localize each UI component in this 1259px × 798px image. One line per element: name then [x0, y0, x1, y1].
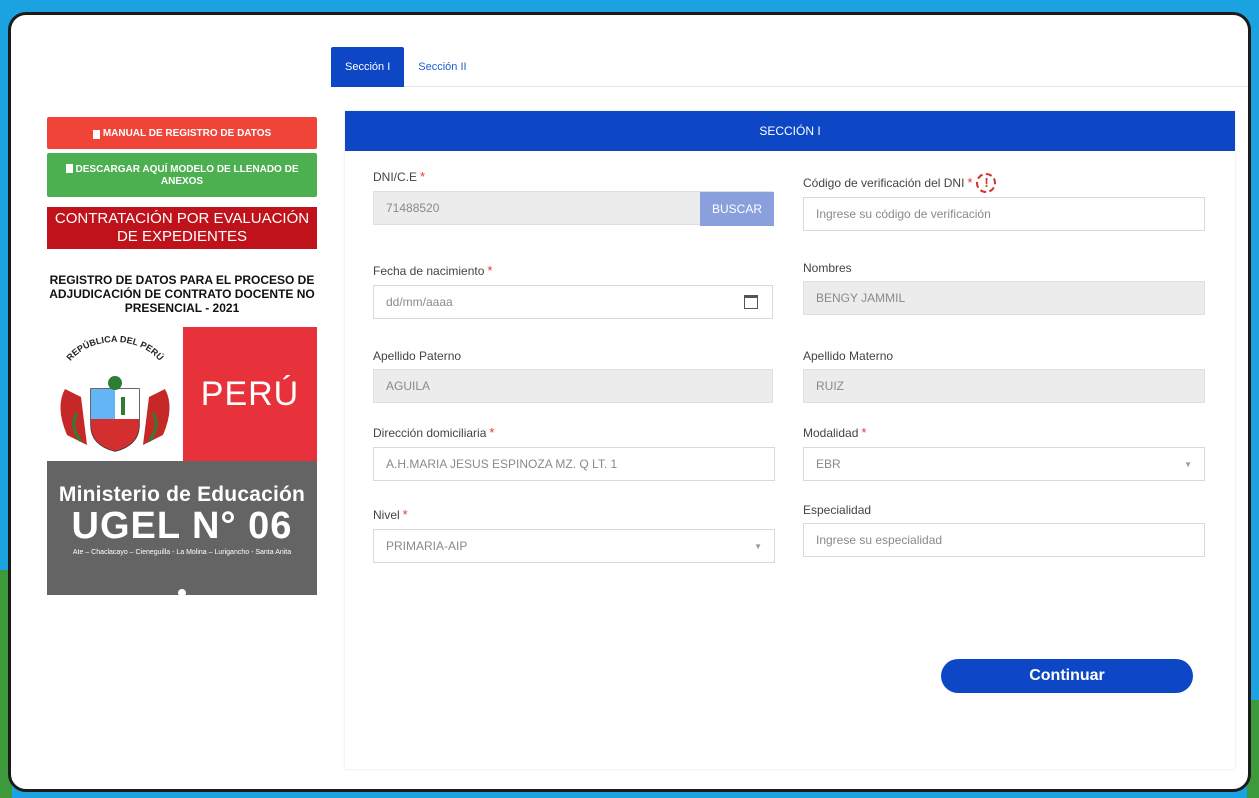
sidebar: MANUAL DE REGISTRO DE DATOS DESCARGAR AQ…	[47, 117, 319, 597]
address-input[interactable]: A.H.MARIA JESUS ESPINOZA MZ. Q LT. 1	[373, 447, 775, 481]
document-icon	[92, 129, 100, 139]
paternal-surname-value: AGUILA	[386, 379, 431, 393]
specialty-label: Especialidad	[803, 503, 872, 517]
required-mark: *	[489, 425, 495, 440]
required-mark: *	[420, 169, 426, 184]
peru-brand: PERÚ	[183, 327, 317, 461]
required-mark: *	[967, 175, 973, 190]
required-mark: *	[402, 507, 408, 522]
section-form: SECCIÓN I DNI/C.E * 71488520 BUSCAR Códig…	[345, 111, 1235, 769]
birth-date-label: Fecha de nacimiento *	[373, 263, 493, 278]
level-label: Nivel *	[373, 507, 408, 522]
warning-icon: !	[976, 173, 997, 193]
page-content: MANUAL DE REGISTRO DE DATOS DESCARGAR AQ…	[11, 15, 1248, 789]
modality-value: EBR	[816, 457, 841, 471]
calendar-icon[interactable]	[744, 295, 758, 309]
manual-button-label: MANUAL DE REGISTRO DE DATOS	[102, 127, 272, 139]
birth-date-placeholder: dd/mm/aaaa	[386, 295, 453, 309]
paternal-surname-field: AGUILA	[373, 369, 773, 403]
tab-section-1[interactable]: Sección I	[331, 47, 405, 87]
download-button-label: DESCARGAR AQUÍ MODELO DE LLENADO DE ANEX…	[61, 163, 303, 188]
download-annex-button[interactable]: DESCARGAR AQUÍ MODELO DE LLENADO DE ANEX…	[47, 153, 317, 197]
required-mark: *	[861, 425, 867, 440]
seal-text: REPÚBLICA DEL PERÚ	[65, 334, 167, 363]
dni-label: DNI/C.E *	[373, 169, 426, 184]
maternal-surname-value: RUIZ	[816, 379, 844, 393]
carousel-dot[interactable]	[178, 589, 186, 597]
address-label: Dirección domiciliaria *	[373, 425, 495, 440]
chevron-down-icon: ▼	[754, 542, 762, 551]
section-tabs: Sección I Sección II	[331, 47, 1248, 87]
device-frame: MANUAL DE REGISTRO DE DATOS DESCARGAR AQ…	[8, 12, 1251, 792]
modality-select[interactable]: EBR ▼	[803, 447, 1205, 481]
birth-date-input[interactable]: dd/mm/aaaa	[373, 285, 773, 319]
ugel-districts: Ate – Chaclacayo – Cieneguilla - La Moli…	[72, 549, 292, 556]
required-mark: *	[487, 263, 493, 278]
verification-code-input[interactable]: Ingrese su código de verificación	[803, 197, 1205, 231]
document-icon	[65, 163, 73, 173]
dni-field[interactable]: 71488520 BUSCAR	[373, 191, 774, 226]
address-value: A.H.MARIA JESUS ESPINOZA MZ. Q LT. 1	[386, 457, 618, 471]
maternal-surname-field: RUIZ	[803, 369, 1205, 403]
chevron-down-icon: ▼	[1184, 460, 1192, 469]
section-header: SECCIÓN I	[345, 111, 1235, 151]
maternal-surname-label: Apellido Materno	[803, 349, 894, 363]
ugel-banner: Ministerio de Educación UGEL N° 06 Ate –…	[47, 461, 317, 597]
modality-label: Modalidad *	[803, 425, 867, 440]
contract-banner: CONTRATACIÓN POR EVALUACIÓN DE EXPEDIENT…	[47, 207, 317, 249]
download-label-text: DESCARGAR AQUÍ MODELO DE LLENADO DE ANEX…	[75, 163, 299, 187]
names-field: BENGY JAMMIL	[803, 281, 1205, 315]
registration-title: REGISTRO DE DATOS PARA EL PROCESO DE ADJ…	[49, 273, 315, 315]
ugel-logo: REPÚBLICA DEL PERÚ PERÚ Ministerio de Ed…	[47, 327, 317, 597]
coat-of-arms-icon: REPÚBLICA DEL PERÚ	[47, 327, 183, 461]
tab-section-2[interactable]: Sección II	[404, 47, 480, 87]
manual-button[interactable]: MANUAL DE REGISTRO DE DATOS	[47, 117, 317, 149]
level-select[interactable]: PRIMARIA-AIP ▼	[373, 529, 775, 563]
peru-logo: REPÚBLICA DEL PERÚ PERÚ	[47, 327, 317, 461]
level-value: PRIMARIA-AIP	[386, 539, 468, 553]
names-label: Nombres	[803, 261, 852, 275]
verification-code-label: Código de verificación del DNI *!	[803, 173, 997, 193]
continue-button[interactable]: Continuar	[941, 659, 1193, 693]
search-button[interactable]: BUSCAR	[700, 192, 774, 226]
ministry-name: Ministerio de Educación	[58, 483, 306, 506]
specialty-input[interactable]: Ingrese su especialidad	[803, 523, 1205, 557]
names-value: BENGY JAMMIL	[816, 291, 906, 305]
paternal-surname-label: Apellido Paterno	[373, 349, 462, 363]
verification-code-placeholder: Ingrese su código de verificación	[816, 207, 991, 221]
specialty-placeholder: Ingrese su especialidad	[816, 533, 943, 547]
svg-text:REPÚBLICA DEL PERÚ: REPÚBLICA DEL PERÚ	[65, 334, 167, 363]
dni-value: 71488520	[386, 201, 440, 215]
ugel-name: UGEL N° 06	[71, 505, 293, 547]
